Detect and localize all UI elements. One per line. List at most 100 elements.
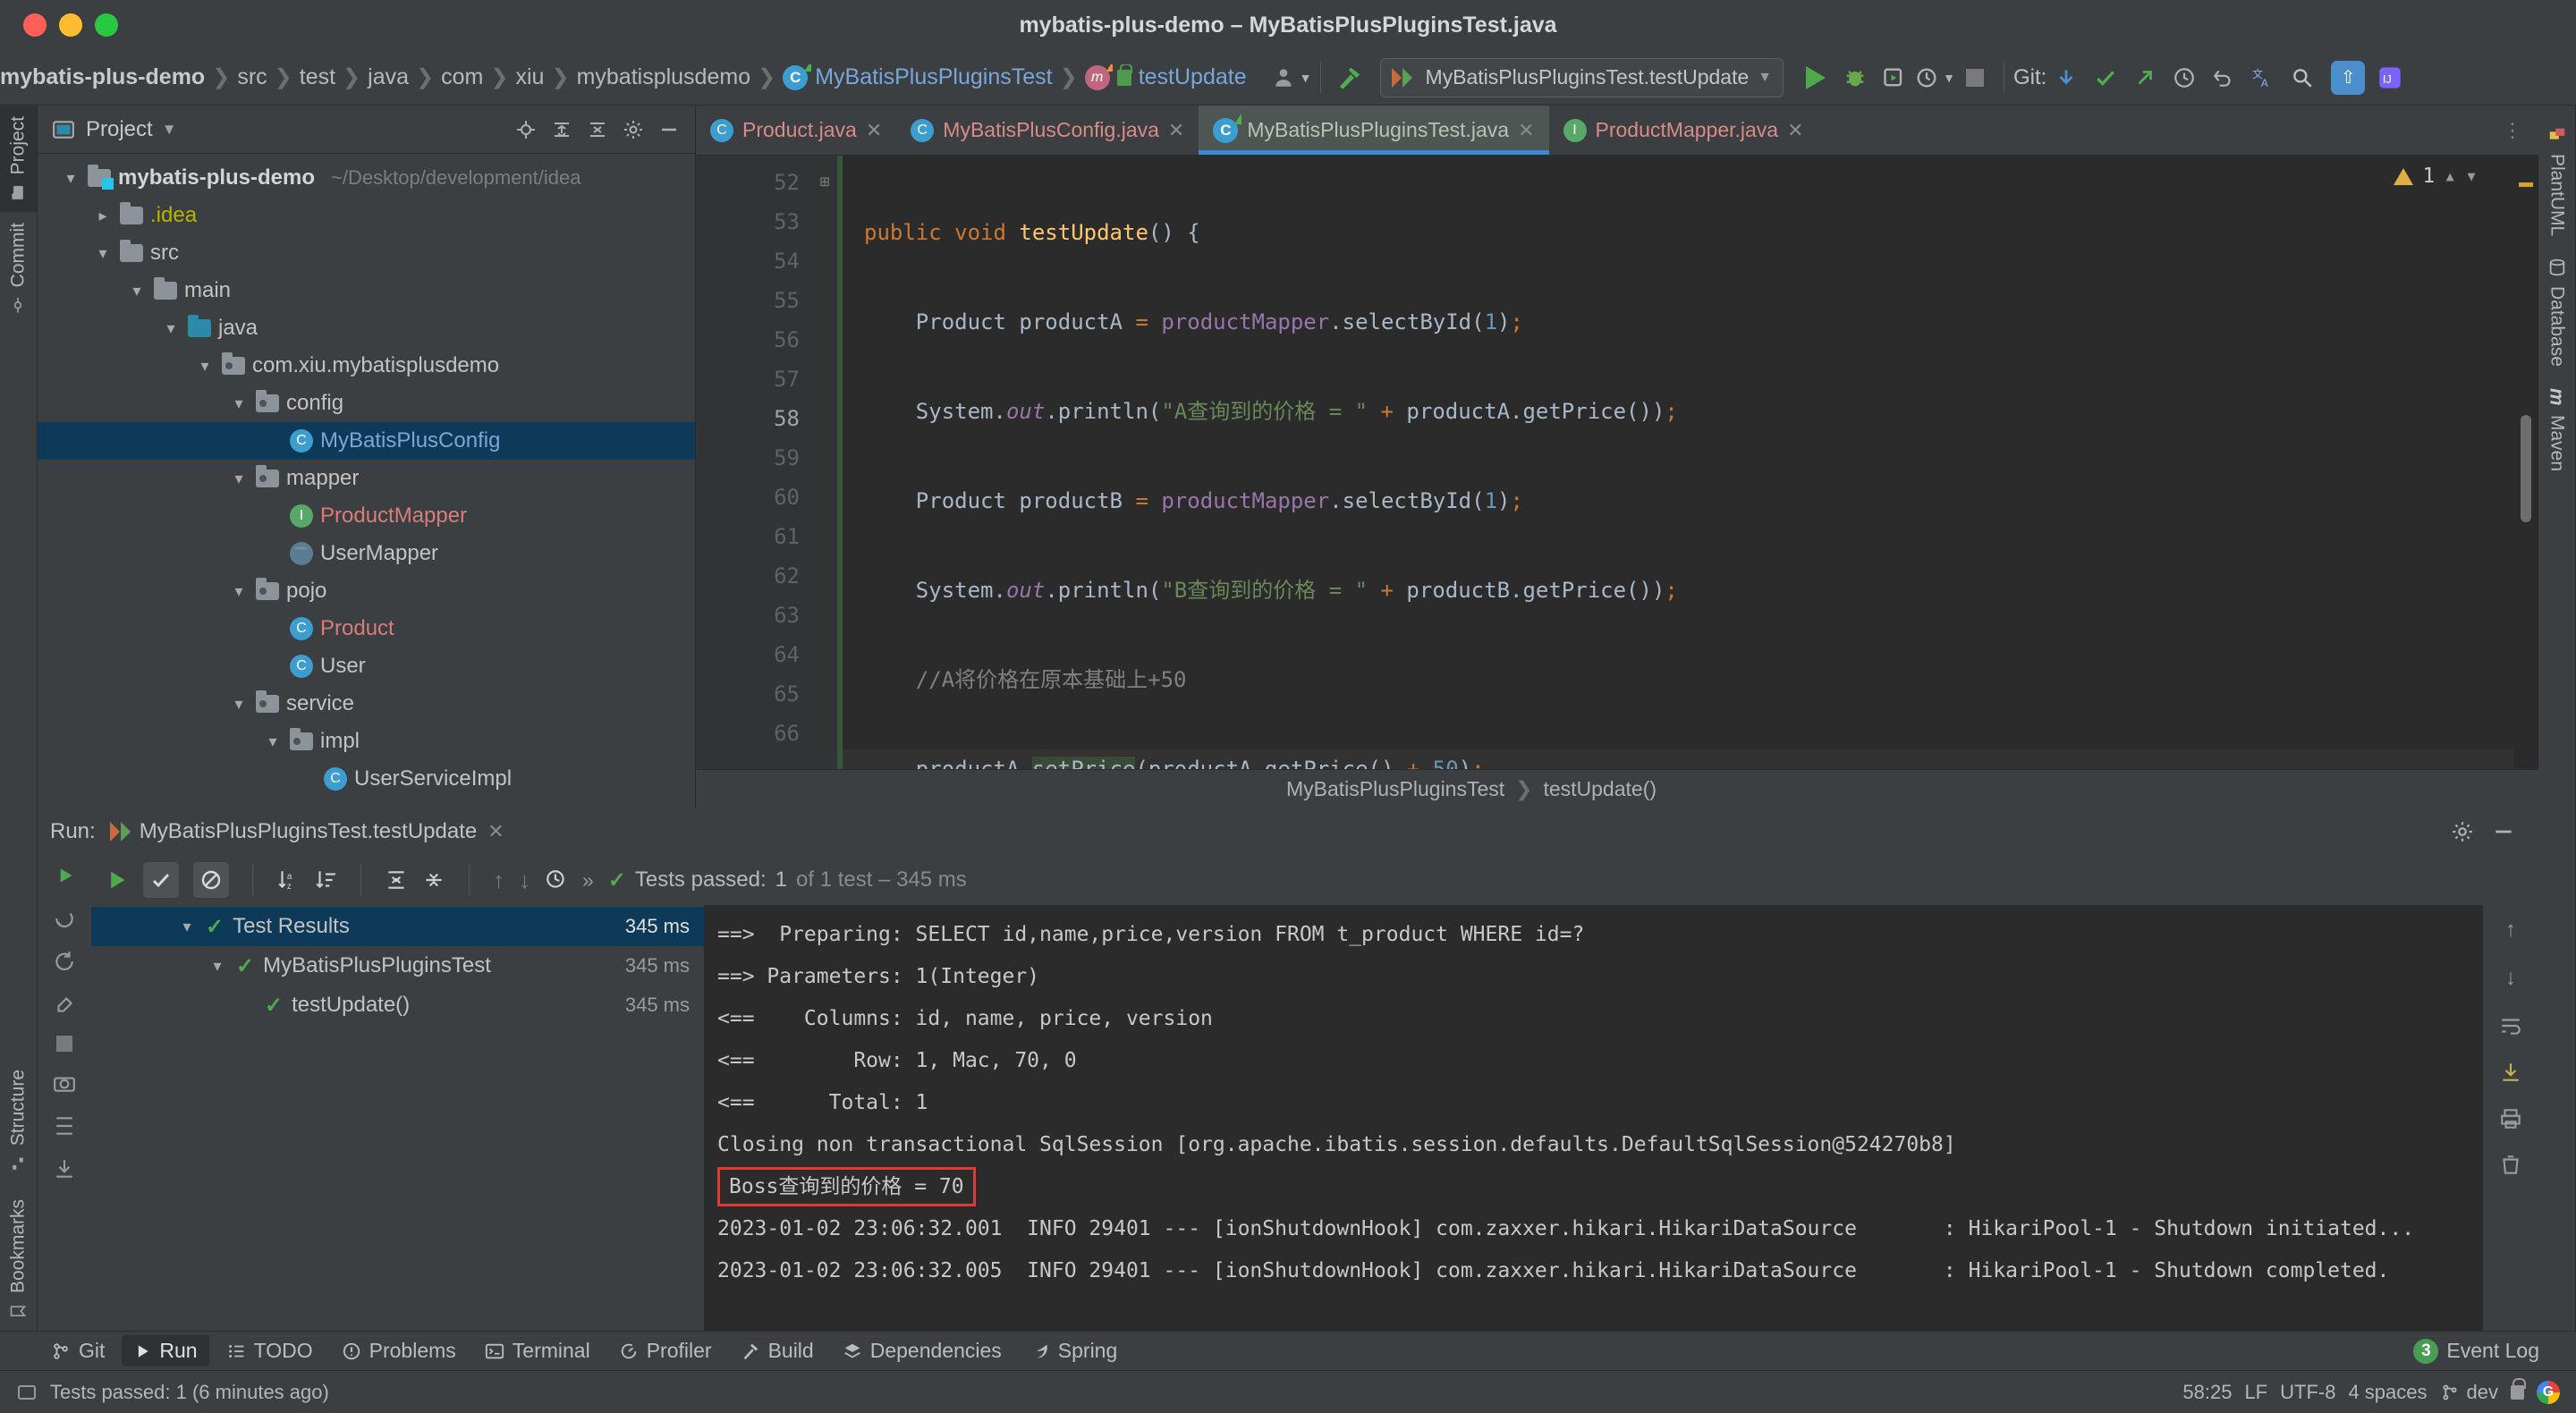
test-toolbar[interactable]: az ↑ ↓ » ✓ Tests passed: 1 of 1 test – 3… <box>91 855 2538 905</box>
code-text[interactable]: public void testUpdate() { Product produ… <box>843 156 2513 769</box>
expand-all-icon[interactable] <box>385 868 408 892</box>
editor-tabs[interactable]: C Product.java ✕ C MyBatisPlusConfig.jav… <box>696 106 2538 156</box>
git-history-icon[interactable] <box>2165 58 2204 97</box>
sidebar-item-structure[interactable]: Structure <box>0 1059 37 1183</box>
tree-item-package-root[interactable]: ▾ com.xiu.mybatisplusdemo <box>38 347 695 385</box>
bottom-tool-window-bar[interactable]: Git Run TODO Problems Terminal Profiler … <box>0 1331 2576 1370</box>
settings-icon[interactable] <box>53 993 76 1016</box>
project-tree[interactable]: ▾ mybatis-plus-demo ~/Desktop/developmen… <box>38 154 695 808</box>
git-commit-icon[interactable] <box>2086 58 2125 97</box>
test-results-tree[interactable]: ▾ ✓ Test Results 345 ms ▾ ✓ MyBatisPlusP… <box>91 905 705 1331</box>
chevron-down-icon[interactable]: ▾ <box>208 957 227 976</box>
thread-dump-icon[interactable] <box>53 1114 76 1138</box>
search-icon[interactable] <box>2283 58 2322 97</box>
tab-mybatisplusconfig-java[interactable]: C MyBatisPlusConfig.java ✕ <box>896 106 1199 155</box>
close-icon[interactable]: ✕ <box>1787 119 1803 142</box>
soft-wrap-icon[interactable] <box>2499 1014 2522 1037</box>
fold-marker[interactable]: ⊞ <box>812 163 837 202</box>
fold-gutter[interactable]: ⊞ <box>812 156 837 769</box>
tree-item-src[interactable]: ▾ src <box>38 234 695 272</box>
tree-item-product[interactable]: C Product <box>38 610 695 647</box>
scroll-up-icon[interactable]: ↑ <box>2505 918 2516 943</box>
breadcrumb-item-package[interactable]: mybatisplusdemo <box>572 64 757 90</box>
tree-item-config[interactable]: ▾ config <box>38 385 695 422</box>
breadcrumb-item-java[interactable]: java <box>362 64 414 90</box>
git-push-icon[interactable] <box>2125 58 2165 97</box>
window-controls[interactable] <box>0 13 118 37</box>
hammer-icon[interactable] <box>1330 58 1369 97</box>
update-available-icon[interactable]: ⇧ <box>2331 60 2366 95</box>
caret-position[interactable]: 58:25 <box>2182 1381 2232 1404</box>
breadcrumb-item-project[interactable]: mybatis-plus-demo <box>0 64 210 90</box>
sidebar-item-bookmarks[interactable]: Bookmarks <box>0 1183 37 1331</box>
console-side-toolbar[interactable]: ↑ ↓ <box>2483 905 2538 1331</box>
test-tree-row-method[interactable]: ✓ testUpdate() 345 ms <box>91 986 704 1025</box>
locate-file-icon[interactable] <box>513 116 539 143</box>
debug-button[interactable] <box>1835 58 1875 97</box>
lock-icon[interactable] <box>2511 1377 2526 1400</box>
chevron-down-icon[interactable]: ▾ <box>177 918 197 936</box>
translate-icon[interactable]: 文A <box>2243 58 2283 97</box>
next-failed-icon[interactable]: ↓ <box>519 867 530 894</box>
tab-productmapper-java[interactable]: I ProductMapper.java ✕ <box>1549 106 1818 155</box>
chevron-down-icon[interactable]: ▾ <box>229 394 249 413</box>
run-with-coverage-button[interactable] <box>1875 58 1914 97</box>
google-icon[interactable]: G <box>2537 1380 2560 1404</box>
scrollbar-thumb[interactable] <box>2521 415 2531 522</box>
git-rollback-icon[interactable] <box>2204 58 2243 97</box>
close-icon[interactable]: ✕ <box>866 119 882 142</box>
event-log-button[interactable]: 3 Event Log <box>2402 1335 2551 1367</box>
chevron-right-icon[interactable]: ▸ <box>93 207 113 225</box>
profile-button[interactable]: ▼ <box>1914 58 1955 97</box>
run-tab[interactable]: MyBatisPlusPluginsTest.testUpdate ✕ <box>109 819 504 844</box>
editor-options-icon[interactable]: ⋮ <box>2487 106 2538 155</box>
stop-button[interactable] <box>1955 58 1995 97</box>
chevron-down-icon[interactable]: ▾ <box>161 319 181 338</box>
git-branch-widget[interactable]: dev <box>2440 1381 2498 1404</box>
expand-all-icon[interactable] <box>548 116 575 143</box>
tree-item-module[interactable]: ▾ mybatis-plus-demo ~/Desktop/developmen… <box>38 159 695 197</box>
sort-by-duration-icon[interactable] <box>314 868 337 892</box>
breadcrumb-item-class[interactable]: C MyBatisPlusPluginsTest <box>777 64 1057 90</box>
collapse-all-icon[interactable] <box>422 868 445 892</box>
breadcrumb-item-xiu[interactable]: xiu <box>510 64 549 90</box>
breadcrumb[interactable]: mybatis-plus-demo ❯ src ❯ test ❯ java ❯ … <box>0 64 1252 90</box>
tool-window-build[interactable]: Build <box>729 1335 826 1366</box>
breadcrumb-method[interactable]: testUpdate() <box>1543 777 1657 801</box>
chevron-down-icon[interactable]: ▾ <box>229 470 249 488</box>
breadcrumb-item-src[interactable]: src <box>232 64 272 90</box>
rerun-tests-icon[interactable] <box>104 867 129 893</box>
sort-alphabetically-icon[interactable]: az <box>276 868 300 892</box>
chevron-down-icon[interactable]: ▾ <box>2465 165 2478 188</box>
scroll-to-end-icon[interactable] <box>2499 1061 2522 1084</box>
tree-item-mapper[interactable]: ▾ mapper <box>38 460 695 497</box>
console-output[interactable]: ==> Preparing: SELECT id,name,price,vers… <box>705 905 2483 1331</box>
show-ignored-toggle[interactable] <box>193 862 229 898</box>
breadcrumb-item-test[interactable]: test <box>294 64 341 90</box>
rerun-icon[interactable] <box>53 864 76 887</box>
test-tree-row-class[interactable]: ▾ ✓ MyBatisPlusPluginsTest 345 ms <box>91 946 704 986</box>
tool-window-run[interactable]: Run <box>122 1335 209 1366</box>
chevron-down-icon[interactable]: ▾ <box>195 357 215 376</box>
sidebar-item-database[interactable]: Database <box>2538 247 2575 377</box>
history-icon[interactable] <box>545 868 568 892</box>
tool-window-profiler[interactable]: Profiler <box>607 1335 724 1366</box>
gear-icon[interactable] <box>2449 818 2476 845</box>
close-icon[interactable]: ✕ <box>487 820 504 843</box>
breadcrumb-item-com[interactable]: com <box>436 64 488 90</box>
inspection-widget[interactable]: 1 ▴ ▾ <box>2394 165 2478 188</box>
close-icon[interactable]: ✕ <box>1518 119 1534 142</box>
hide-panel-icon[interactable] <box>2490 818 2517 845</box>
git-update-icon[interactable] <box>2046 58 2086 97</box>
hide-panel-icon[interactable] <box>656 116 682 143</box>
run-side-toolbar[interactable] <box>38 855 91 1331</box>
restart-icon[interactable] <box>53 950 76 973</box>
tool-window-dependencies[interactable]: Dependencies <box>831 1335 1013 1366</box>
tab-mybatispluspluginstest-java[interactable]: C MyBatisPlusPluginsTest.java ✕ <box>1199 106 1549 155</box>
print-icon[interactable] <box>2499 1107 2522 1130</box>
tree-item-java[interactable]: ▾ java <box>38 309 695 347</box>
tab-product-java[interactable]: C Product.java ✕ <box>696 106 896 155</box>
breadcrumb-class[interactable]: MyBatisPlusPluginsTest <box>1286 777 1504 801</box>
collapse-all-icon[interactable] <box>584 116 611 143</box>
tool-window-problems[interactable]: Problems <box>330 1335 468 1366</box>
